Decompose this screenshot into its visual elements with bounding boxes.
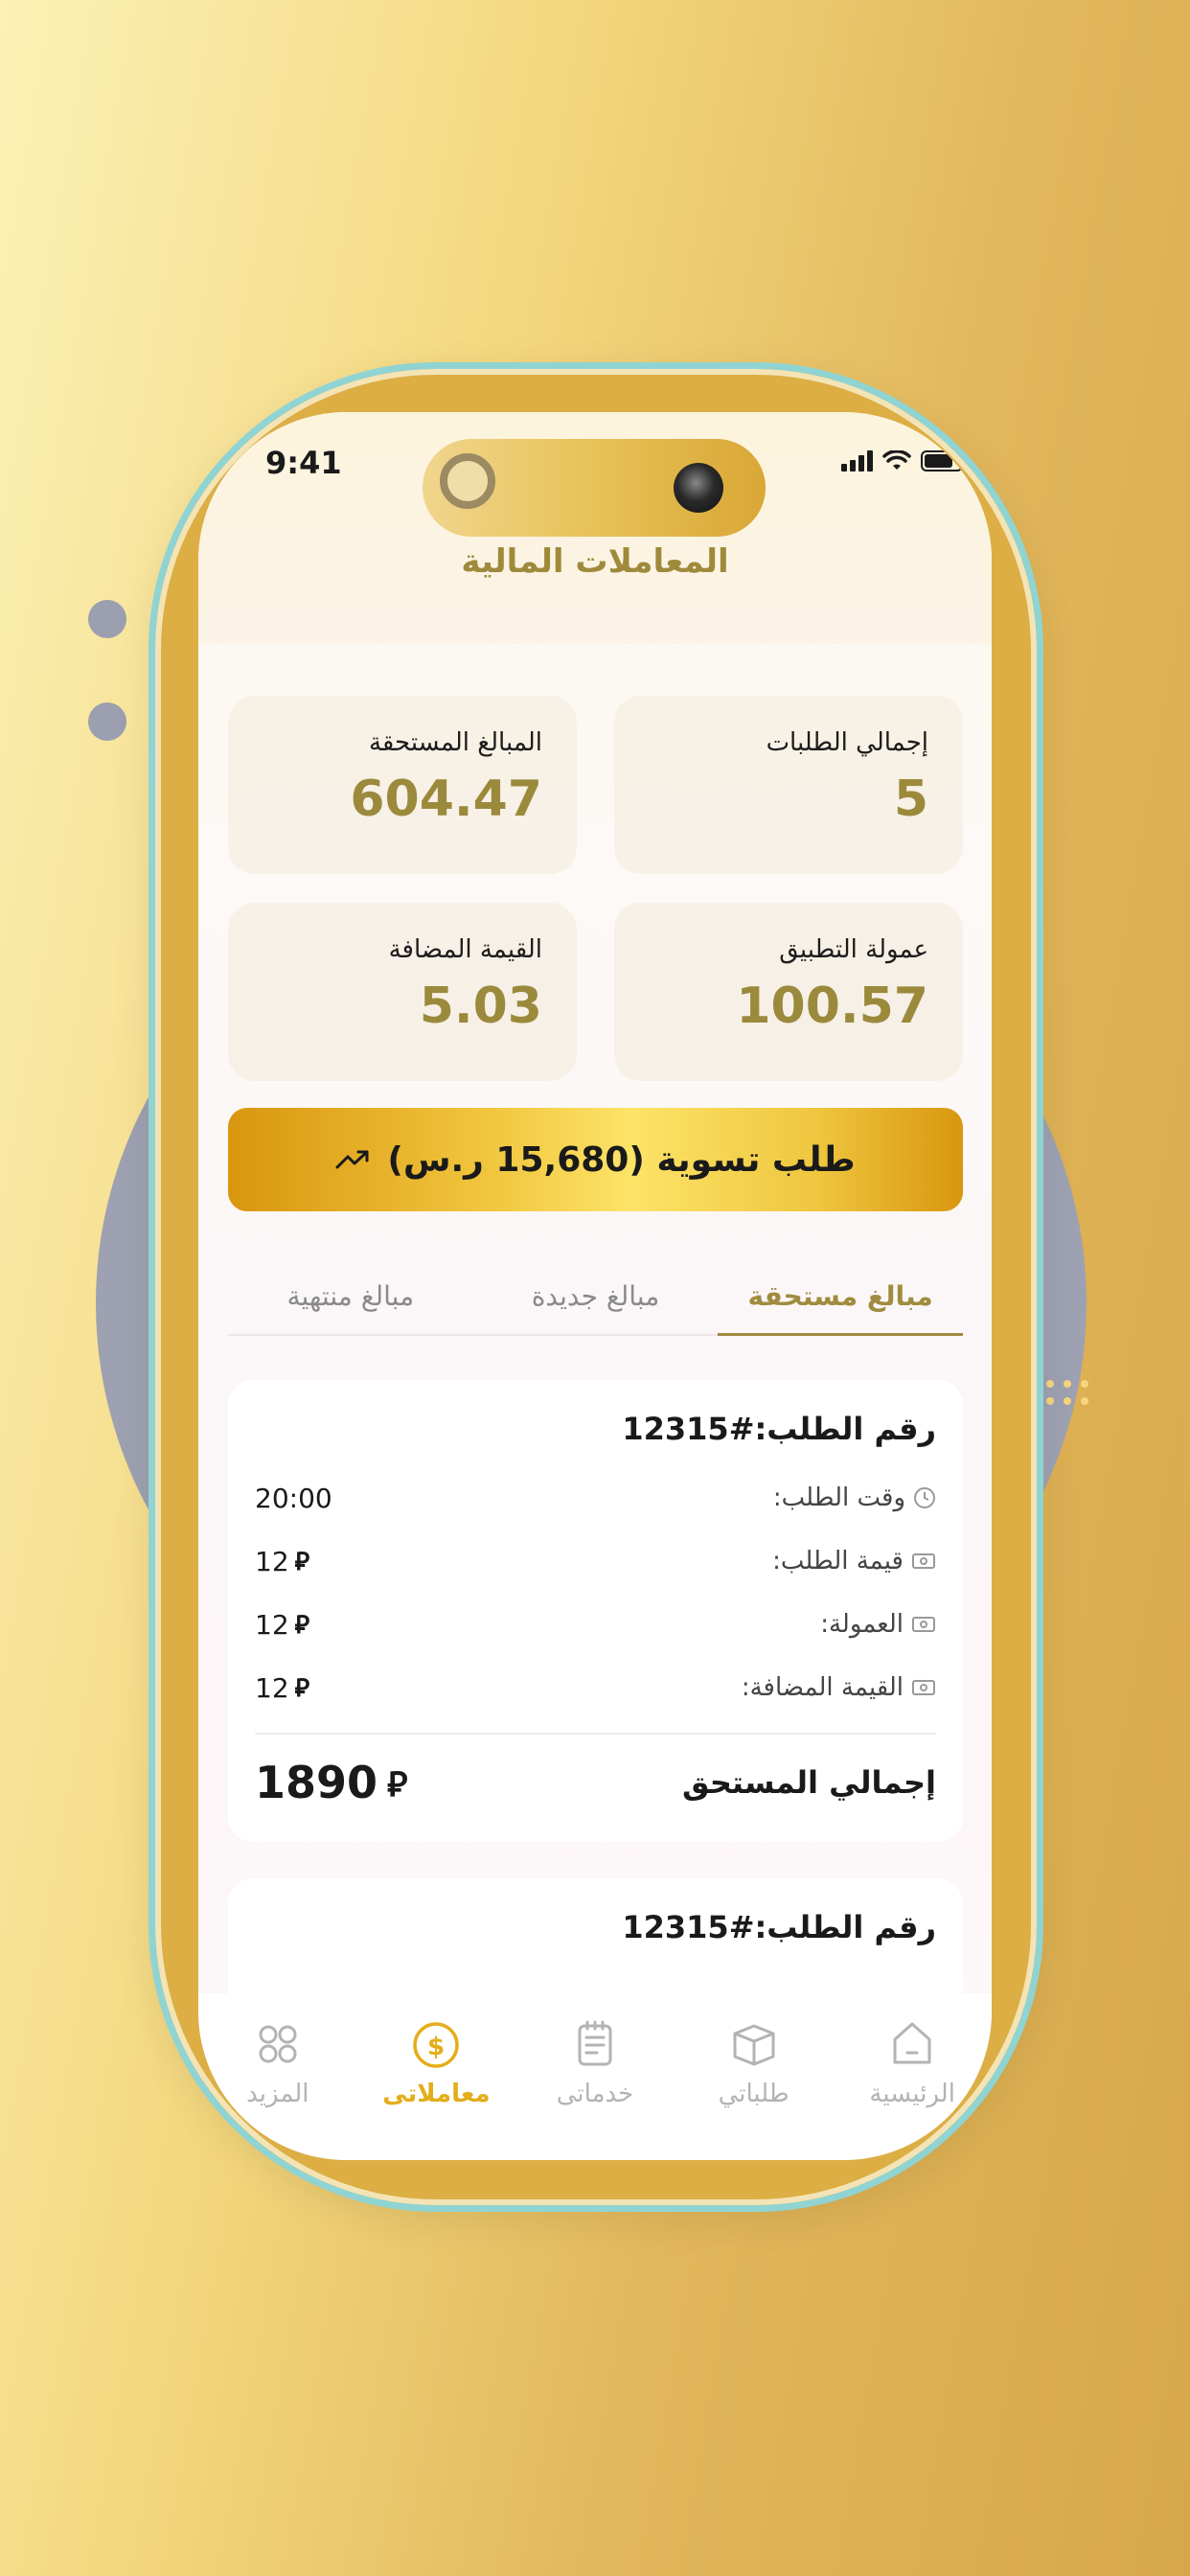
tab-finished-amounts[interactable]: مبالغ منتهية [228, 1269, 473, 1334]
order-row-vat: القيمة المضافة: 12 ⃁ [255, 1656, 936, 1719]
status-time: 9:41 [265, 445, 342, 481]
cash-icon [912, 1553, 935, 1569]
stat-value: 5 [893, 770, 928, 828]
order-card[interactable]: رقم الطلب:#12315 وقت الطلب: 20:00 قيمة ا… [228, 1380, 963, 1842]
tab-due-amounts[interactable]: مبالغ مستحقة [718, 1269, 963, 1336]
order-row-value: قيمة الطلب: 12 ⃁ [255, 1530, 936, 1593]
nav-label: المزيد [246, 2080, 309, 2108]
stat-label: المبالغ المستحقة [368, 728, 542, 757]
cellular-signal-icon [841, 450, 873, 472]
nav-label: الرئيسية [869, 2080, 955, 2108]
amount-tabs: مبالغ مستحقة مبالغ جديدة مبالغ منتهية [228, 1269, 963, 1336]
riyal-symbol-icon: ⃁ [294, 1547, 310, 1576]
row-label: العمولة: [820, 1610, 936, 1639]
svg-text:$: $ [427, 2033, 445, 2061]
nav-item-orders[interactable]: طلباتي [682, 2014, 826, 2108]
settlement-button-label: طلب تسوية (15,680 ر.س) [387, 1139, 856, 1180]
stat-card-due-amounts: المبالغ المستحقة 604.47 [228, 696, 577, 874]
clipboard-icon [578, 2020, 612, 2066]
order-total-row: إجمالي المستحق 1890 ⃁ [255, 1735, 936, 1830]
dollar-circle-icon: $ [413, 2022, 460, 2068]
nav-label: خدماتى [556, 2080, 634, 2108]
order-row-commission: العمولة: 12 ⃁ [255, 1593, 936, 1656]
row-value: 12 ⃁ [255, 1608, 310, 1641]
riyal-symbol-icon: ⃁ [294, 1610, 310, 1640]
trending-up-icon [335, 1150, 369, 1169]
status-bar: 9:41 [198, 412, 992, 537]
row-value: 12 ⃁ [255, 1545, 310, 1577]
order-number: رقم الطلب:#12315 [622, 1411, 936, 1447]
nav-item-services[interactable]: خدماتى [523, 2014, 667, 2108]
settlement-request-button[interactable]: طلب تسوية (15,680 ر.س) [228, 1108, 963, 1211]
total-value: 1890 ⃁ [255, 1757, 408, 1808]
status-icons [841, 450, 967, 472]
grid-icon [259, 2025, 297, 2063]
stat-label: القيمة المضافة [388, 935, 542, 964]
stat-label: عمولة التطبيق [779, 935, 928, 964]
camera-lens-icon [674, 463, 723, 513]
row-label: وقت الطلب: [773, 1484, 936, 1512]
decor-dot [88, 702, 126, 741]
home-icon [893, 2022, 931, 2064]
decor-dot-grid [1046, 1380, 1088, 1405]
wifi-icon [882, 450, 911, 470]
stat-value: 100.57 [736, 978, 928, 1035]
nav-item-more[interactable]: المزيد [206, 2014, 350, 2108]
row-label: قيمة الطلب: [772, 1547, 936, 1576]
dynamic-island [423, 439, 766, 537]
riyal-symbol-icon: ⃁ [294, 1673, 310, 1703]
stat-value: 5.03 [419, 978, 542, 1035]
stat-card-total-orders: إجمالي الطلبات 5 [614, 696, 963, 874]
riyal-symbol-icon: ⃁ [387, 1764, 408, 1805]
cash-icon [912, 1617, 935, 1632]
order-row-time: وقت الطلب: 20:00 [255, 1466, 936, 1530]
camera-ring-icon [440, 453, 495, 509]
battery-icon [921, 450, 967, 472]
nav-item-transactions[interactable]: $ معاملاتى [364, 2014, 508, 2108]
bottom-nav: الرئيسية طلباتي خدماتى $ معاملاتى المزيد [198, 1993, 992, 2160]
row-label: القيمة المضافة: [742, 1673, 936, 1702]
clock-icon [914, 1487, 935, 1508]
total-label: إجمالي المستحق [682, 1764, 936, 1801]
row-value: 20:00 [255, 1482, 332, 1514]
stat-card-app-commission: عمولة التطبيق 100.57 [614, 903, 963, 1081]
stat-label: إجمالي الطلبات [766, 728, 928, 757]
nav-label: معاملاتى [382, 2080, 491, 2108]
decor-dot [88, 600, 126, 638]
box-icon [733, 2024, 775, 2066]
order-number: رقم الطلب:#12315 [622, 1909, 936, 1945]
nav-item-home[interactable]: الرئيسية [840, 2014, 984, 2108]
page-title: المعاملات المالية [461, 542, 729, 581]
nav-label: طلباتي [718, 2080, 790, 2108]
row-value: 12 ⃁ [255, 1671, 310, 1704]
tab-new-amounts[interactable]: مبالغ جديدة [473, 1269, 719, 1334]
cash-icon [912, 1680, 935, 1695]
stat-card-vat: القيمة المضافة 5.03 [228, 903, 577, 1081]
stat-value: 604.47 [350, 770, 542, 828]
app-screen: 9:41 المعاملات المالية إجمالي الطلبات 5 … [198, 412, 992, 2160]
